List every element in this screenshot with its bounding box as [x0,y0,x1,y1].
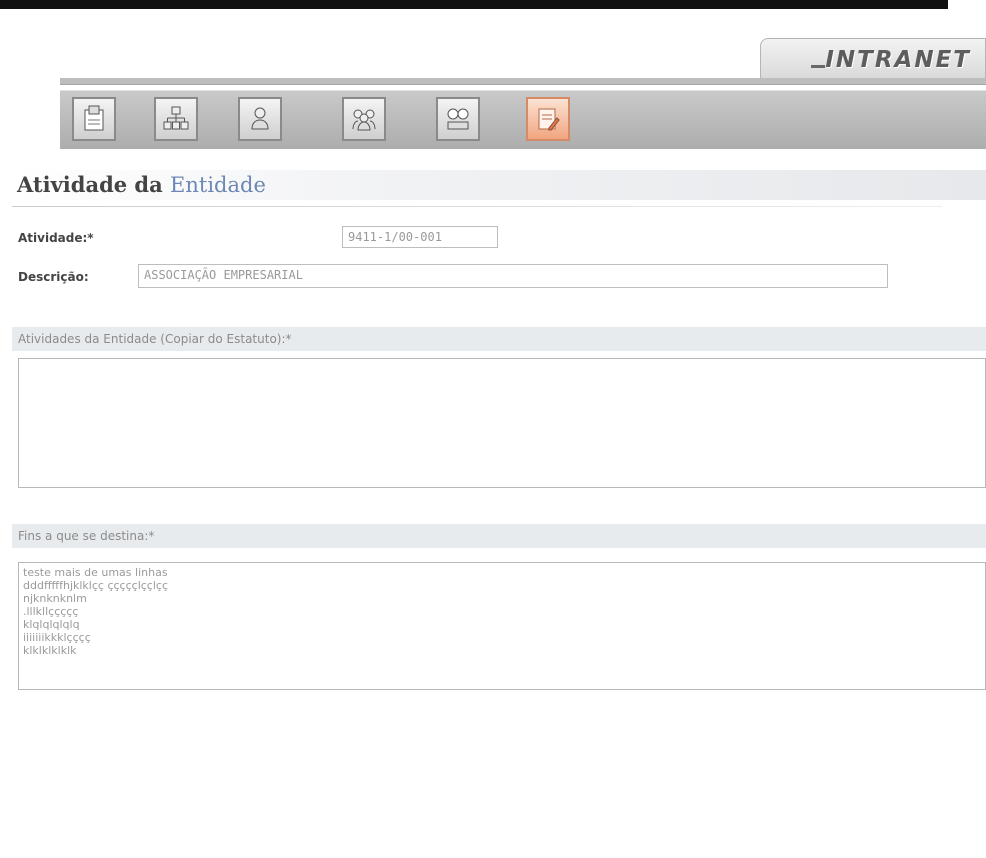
title-underline [12,206,942,207]
atividades-textarea[interactable] [18,358,986,488]
meeting-icon[interactable] [436,97,480,141]
fins-line: teste mais de umas linhas [23,566,168,579]
fins-line: iiiiiiikkklçççç [23,631,91,644]
atividades-section-header: Atividades da Entidade (Copiar do Estatu… [12,327,986,351]
document-edit-icon[interactable] [526,97,570,141]
document-upload-icon[interactable] [72,97,116,141]
fins-line: njknknknlm [23,592,87,605]
page-title: Atividade da Entidade [12,170,986,200]
fins-line: klqlqlqlqlq [23,618,80,631]
organization-chart-icon[interactable] [154,97,198,141]
fins-line: .lllkllççççç [23,605,79,618]
fins-section-header: Fins a que se destina:* [12,524,986,548]
toolbar [60,90,986,149]
intranet-tab[interactable]: INTRANET [760,38,986,80]
fins-line: dddfffffhjklklçç çççççlççlçç [23,579,168,592]
descricao-label: Descrição: [18,270,89,284]
page-title-accent: Entidade [170,173,266,197]
top-rule [0,0,948,9]
fins-line: klklklklklk [23,644,77,657]
page-title-main: Atividade da [17,172,171,197]
intranet-logo-text: INTRANET [811,47,971,73]
atividade-label: Atividade:* [18,231,94,245]
header-divider-bar [60,78,986,85]
descricao-field[interactable]: ASSOCIAÇÃO EMPRESARIAL [138,264,888,288]
atividade-field[interactable]: 9411-1/00-001 [342,226,498,248]
group-icon[interactable] [342,97,386,141]
fins-textarea[interactable]: teste mais de umas linhas dddfffffhjklkl… [18,562,986,690]
person-icon[interactable] [238,97,282,141]
